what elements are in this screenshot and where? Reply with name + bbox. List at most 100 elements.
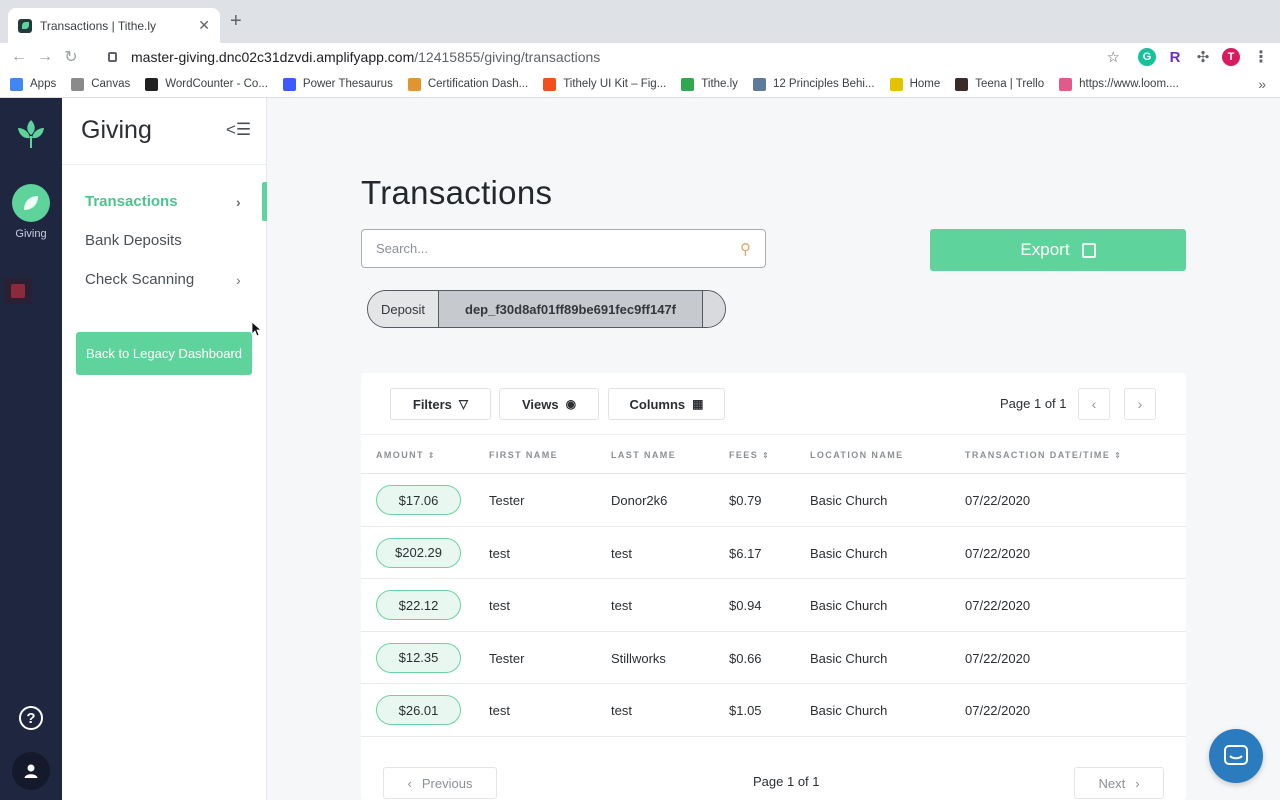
column-header-transaction-date[interactable]: TRANSACTION DATE/TIME ⇕ xyxy=(965,450,1122,460)
back-arrow-icon[interactable]: ← xyxy=(6,48,32,66)
amount-pill[interactable]: $22.12 xyxy=(376,590,461,620)
bookmark-label: Home xyxy=(909,78,941,90)
bookmark-item[interactable]: https://www.loom.... xyxy=(1059,77,1179,91)
browser-menu-icon[interactable]: ⋮ xyxy=(1252,48,1270,66)
chevron-right-icon: › xyxy=(236,193,241,210)
giving-app-icon[interactable] xyxy=(12,184,50,222)
search-input[interactable] xyxy=(376,241,740,256)
amount-pill[interactable]: $202.29 xyxy=(376,537,461,568)
profile-avatar[interactable]: T xyxy=(1222,48,1240,66)
lock-icon xyxy=(108,52,117,62)
next-page-button[interactable]: Next › xyxy=(1074,767,1164,799)
chevron-left-icon: ‹ xyxy=(407,775,412,791)
figma-icon xyxy=(543,77,557,91)
sort-icon: ⇕ xyxy=(762,451,771,460)
cell-fees: $0.66 xyxy=(729,650,762,666)
bookmark-item[interactable]: Tithe.ly xyxy=(681,77,738,91)
forward-arrow-icon[interactable]: → xyxy=(32,48,58,66)
bookmark-item[interactable]: 12 Principles Behi... xyxy=(752,77,875,91)
bookmark-label: Certification Dash... xyxy=(427,78,529,90)
bookmark-label: Tithe.ly xyxy=(701,78,738,90)
app-rail: Giving ? xyxy=(0,98,62,800)
table-row[interactable]: $22.12 test test $0.94 Basic Church 07/22/202… xyxy=(361,579,1186,632)
footer-page-indicator: Page 1 of 1 xyxy=(753,774,820,789)
sidebar-item-check-scanning[interactable]: Check Scanning › xyxy=(62,260,267,299)
amount-pill[interactable]: $17.06 xyxy=(376,485,461,515)
giving-sidebar: Giving <☰ Transactions › Bank Deposits C… xyxy=(62,98,267,800)
cell-location-name: Basic Church xyxy=(810,703,888,718)
cell-location-name: Basic Church xyxy=(810,598,888,613)
bookmark-item[interactable]: Teena | Trello xyxy=(955,77,1045,91)
sidebar-header: Giving <☰ xyxy=(62,98,266,165)
filter-chip-key: Deposit xyxy=(368,291,439,327)
amount-pill[interactable]: $12.35 xyxy=(376,642,461,673)
bookmark-label: Teena | Trello xyxy=(975,78,1045,90)
column-header-label: TRANSACTION DATE/TIME xyxy=(965,450,1111,460)
cell-last-name: Stillworks xyxy=(611,650,666,666)
help-icon[interactable]: ? xyxy=(19,706,43,730)
views-label: Views xyxy=(521,396,559,412)
apps-grid-icon xyxy=(10,77,23,91)
export-label: Export xyxy=(1020,240,1070,259)
table-body: $17.06 Tester Donor2k6 $0.79 Basic Church 07/… xyxy=(361,474,1186,737)
bookmark-star-icon[interactable]: ☆ xyxy=(1107,48,1120,66)
cell-first-name: test xyxy=(489,703,510,718)
views-button[interactable]: Views ◉ xyxy=(499,388,599,420)
sidebar-item-bank-deposits[interactable]: Bank Deposits xyxy=(62,221,267,260)
bookmark-label: https://www.loom.... xyxy=(1079,78,1179,90)
table-row[interactable]: $26.01 test test $1.05 Basic Church 07/22/202… xyxy=(361,684,1186,737)
bookmark-item[interactable]: Tithely UI Kit – Fig... xyxy=(543,77,666,91)
bookmark-item[interactable]: Power Thesaurus xyxy=(282,77,393,91)
browser-tab[interactable]: Transactions | Tithe.ly ✕ xyxy=(8,8,220,43)
back-to-legacy-dashboard-button[interactable]: Back to Legacy Dashboard xyxy=(76,332,252,375)
collapse-sidebar-icon[interactable]: <☰ xyxy=(226,120,251,140)
prev-page-icon[interactable]: ‹ xyxy=(1078,388,1110,420)
table-row[interactable]: $202.29 test test $6.17 Basic Church 07/22/20… xyxy=(361,527,1186,579)
table-header: AMOUNT ⇕ FIRST NAME LAST NAME FEES ⇕ LOCAT… xyxy=(361,435,1186,474)
amount-pill[interactable]: $26.01 xyxy=(376,695,461,725)
filter-chip-value: dep_f30d8af01ff89be691fec9ff147f xyxy=(439,291,703,327)
r-extension-icon[interactable]: R xyxy=(1166,48,1184,66)
browser-toolbar: ← → ↻ master-giving.dnc02c31dzvdi.amplif… xyxy=(0,43,1280,71)
cell-transaction-date: 07/22/2020 xyxy=(965,493,1031,508)
columns-button[interactable]: Columns ▦ xyxy=(608,388,725,420)
sort-icon: ⇕ xyxy=(427,451,437,460)
table-row[interactable]: $17.06 Tester Donor2k6 $0.79 Basic Church 07/… xyxy=(361,474,1186,527)
cell-first-name: test xyxy=(489,598,510,613)
filters-button[interactable]: Filters ▽ xyxy=(390,388,491,420)
record-indicator-icon[interactable] xyxy=(4,278,32,304)
reload-icon[interactable]: ↻ xyxy=(58,47,84,67)
deposit-filter-chip[interactable]: Deposit dep_f30d8af01ff89be691fec9ff147f xyxy=(367,290,726,328)
search-icon[interactable]: ⚲ xyxy=(740,240,751,258)
chat-support-icon[interactable] xyxy=(1209,729,1263,783)
tithely-logo-icon[interactable] xyxy=(16,118,46,150)
export-button[interactable]: Export xyxy=(930,229,1186,271)
remove-filter-button[interactable] xyxy=(703,291,725,327)
bookmark-item[interactable]: Home xyxy=(889,77,941,91)
close-tab-icon[interactable]: ✕ xyxy=(198,17,210,34)
user-account-icon[interactable] xyxy=(12,752,50,790)
more-bookmarks-icon[interactable]: » xyxy=(1258,76,1266,92)
column-header-label: FIRST NAME xyxy=(489,450,558,460)
page-title: Transactions xyxy=(361,174,553,211)
tithely-icon xyxy=(681,77,695,91)
cell-fees: $0.94 xyxy=(729,598,762,613)
bookmark-item[interactable]: Canvas xyxy=(71,77,130,91)
sidebar-item-transactions[interactable]: Transactions › xyxy=(62,182,267,221)
bookmark-item[interactable]: Certification Dash... xyxy=(407,77,529,91)
next-page-icon[interactable]: › xyxy=(1124,388,1156,420)
extensions-puzzle-icon[interactable]: ✣ xyxy=(1194,48,1212,66)
new-tab-icon[interactable]: + xyxy=(230,11,242,31)
cell-location-name: Basic Church xyxy=(810,545,888,561)
sidebar-item-label: Check Scanning xyxy=(85,271,195,288)
page-indicator: Page 1 of 1 xyxy=(1000,396,1067,411)
grammarly-extension-icon[interactable]: G xyxy=(1138,48,1156,66)
bookmark-item[interactable]: Apps xyxy=(10,77,56,91)
column-header-amount[interactable]: AMOUNT ⇕ xyxy=(376,450,436,460)
search-box[interactable]: ⚲ xyxy=(361,229,766,268)
table-row[interactable]: $12.35 Tester Stillworks $0.66 Basic Church 0… xyxy=(361,632,1186,684)
column-header-fees[interactable]: FEES ⇕ xyxy=(729,450,770,460)
previous-page-button[interactable]: ‹ Previous xyxy=(383,767,497,799)
address-bar[interactable]: master-giving.dnc02c31dzvdi.amplifyapp.c… xyxy=(98,45,1128,69)
bookmark-item[interactable]: WordCounter - Co... xyxy=(145,77,268,91)
